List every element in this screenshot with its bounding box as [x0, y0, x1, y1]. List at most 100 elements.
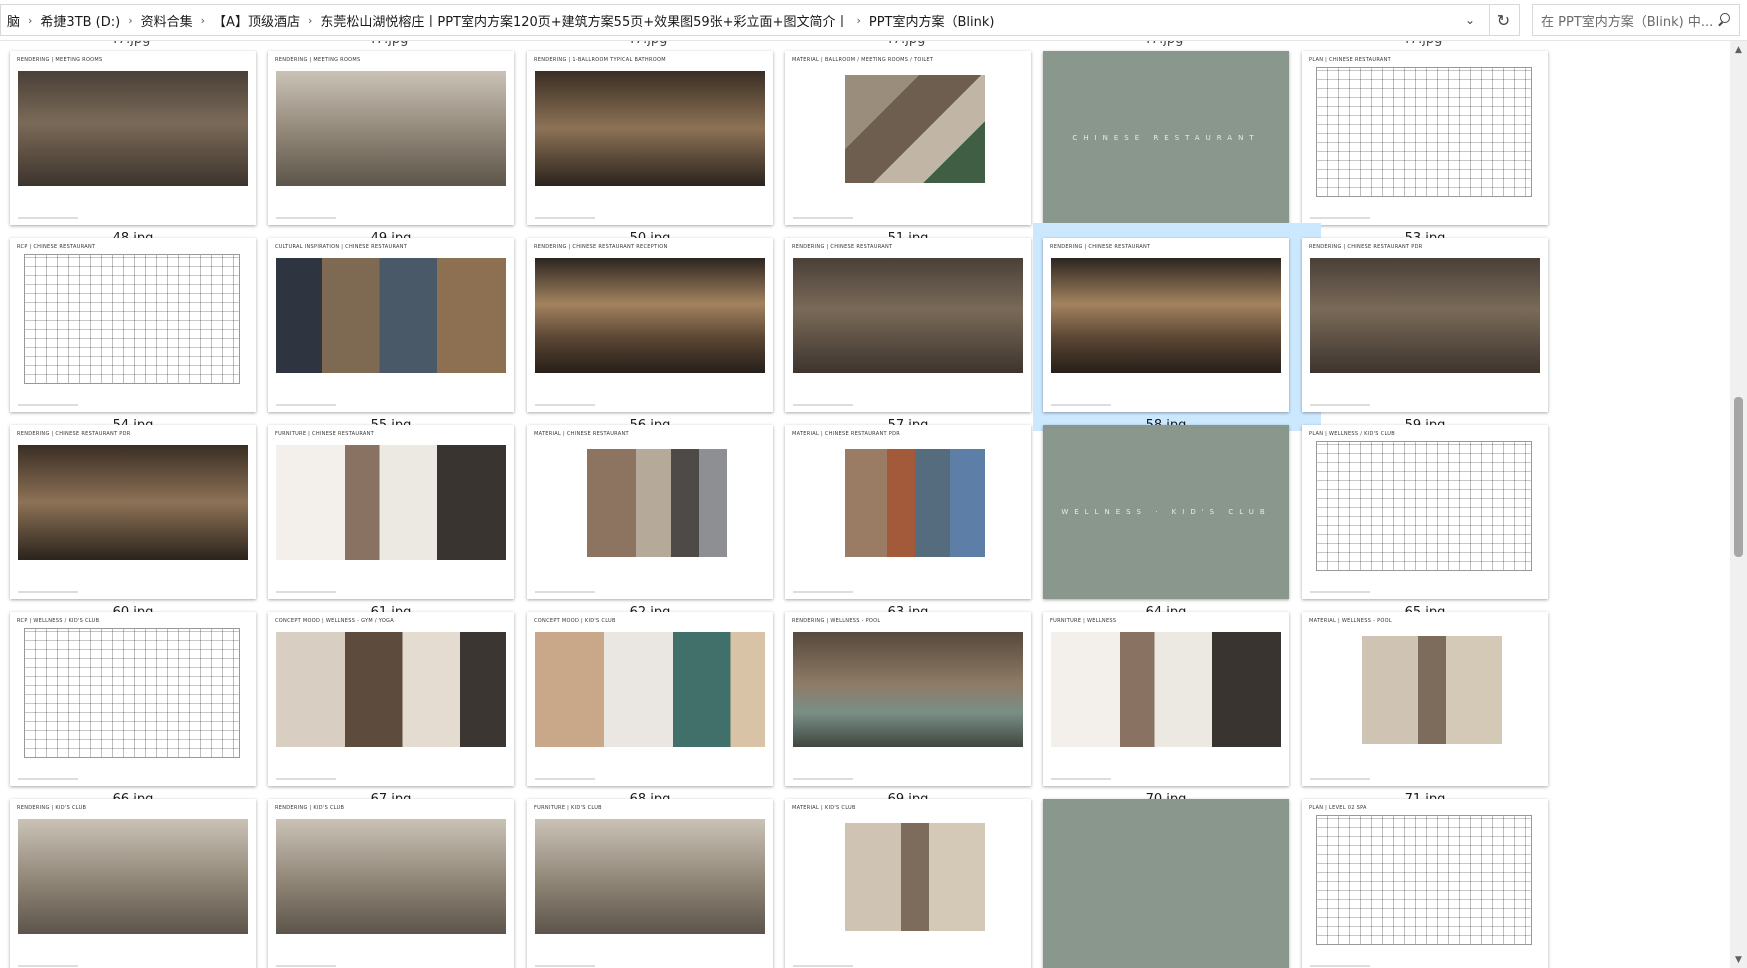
slide-header: MATERIAL | KID'S CLUB [792, 805, 856, 811]
file-item[interactable]: RENDERING | KID'S CLUB73.jpg [258, 784, 546, 968]
file-thumbnail[interactable]: WELLNESS · KID'S CLUB [1043, 425, 1289, 599]
breadcrumb-item[interactable]: 资料合集 [135, 11, 199, 30]
slide-footer [535, 778, 595, 780]
breadcrumb-item[interactable]: 希捷3TB (D:) [34, 11, 126, 30]
slide-footer [793, 591, 853, 593]
file-thumbnail[interactable]: PLAN | CHINESE RESTAURANT [1302, 51, 1548, 225]
slide-image [845, 449, 985, 557]
slide-header: RENDERING | CHINESE RESTAURANT [1050, 244, 1151, 250]
file-item[interactable]: CONCEPT MOOD | WELLNESS - GYM / YOGA67.j… [258, 597, 546, 807]
scroll-down-icon[interactable]: ▼ [1730, 951, 1747, 968]
file-thumbnail[interactable]: RENDERING | KID'S CLUB [268, 799, 514, 968]
file-thumbnail[interactable]: MATERIAL | WELLNESS - POOL [1302, 612, 1548, 786]
breadcrumb-separator-icon[interactable]: › [199, 14, 207, 27]
file-thumbnail[interactable]: CHINESE RESTAURANT [1043, 51, 1289, 225]
file-item[interactable]: RENDERING | 1-BALLROOM TYPICAL BATHROOM5… [517, 41, 805, 246]
slide-footer [18, 217, 78, 219]
file-thumbnail[interactable]: RENDERING | CHINESE RESTAURANT [785, 238, 1031, 412]
breadcrumb-separator-icon[interactable]: › [126, 14, 134, 27]
file-item[interactable]: MATERIAL | CHINESE RESTAURANT62.jpg [517, 410, 805, 620]
file-thumbnail[interactable]: CULTURAL INSPIRATION | CHINESE RESTAURAN… [268, 238, 514, 412]
slide-footer [535, 591, 595, 593]
file-item[interactable]: PLAN | LEVEL 02 SPA77.jpg [1292, 784, 1580, 968]
file-thumbnail[interactable]: RCP | WELLNESS / KID'S CLUB [10, 612, 256, 786]
slide-header: MATERIAL | WELLNESS - POOL [1309, 618, 1392, 624]
breadcrumb-separator-icon[interactable]: › [854, 14, 862, 27]
slide-footer [1310, 965, 1370, 967]
file-thumbnail[interactable]: RENDERING | CHINESE RESTAURANT PDR [1302, 238, 1548, 412]
file-thumbnail[interactable]: RENDERING | WELLNESS - POOL [785, 612, 1031, 786]
file-item[interactable]: FURNITURE | CHINESE RESTAURANT61.jpg [258, 410, 546, 620]
breadcrumb[interactable]: 脑 › 希捷3TB (D:) › 资料合集 › 【A】顶级酒店 › 东莞松山湖悦… [0, 4, 1490, 36]
file-thumbnail[interactable]: RENDERING | 1-BALLROOM TYPICAL BATHROOM [527, 51, 773, 225]
file-item[interactable]: RENDERING | MEETING ROOMS49.jpg [258, 41, 546, 246]
slide-footer [276, 778, 336, 780]
slide-header: RENDERING | CHINESE RESTAURANT PDR [1309, 244, 1423, 250]
file-thumbnail[interactable]: PLAN | WELLNESS / KID'S CLUB [1302, 425, 1548, 599]
file-item[interactable]: CHINESE RESTAURANT52.jpg [1033, 41, 1321, 246]
slide-footer [535, 217, 595, 219]
file-thumbnail[interactable]: MATERIAL | BALLROOM / MEETING ROOMS / TO… [785, 51, 1031, 225]
breadcrumb-separator-icon[interactable]: › [306, 14, 314, 27]
file-item[interactable]: MATERIAL | WELLNESS - POOL71.jpg [1292, 597, 1580, 807]
file-thumbnail[interactable]: RCP | CHINESE RESTAURANT [10, 238, 256, 412]
file-item[interactable]: CONCEPT MOOD | KID'S CLUB68.jpg [517, 597, 805, 807]
file-thumbnail[interactable]: RENDERING | CHINESE RESTAURANT PDR [10, 425, 256, 599]
file-item[interactable]: RENDERING | WELLNESS - POOL69.jpg [775, 597, 1063, 807]
file-item[interactable]: MATERIAL | KID'S CLUB75.jpg [775, 784, 1063, 968]
breadcrumb-separator-icon[interactable]: › [26, 14, 34, 27]
file-thumbnail[interactable]: CONCEPT MOOD | KID'S CLUB [527, 612, 773, 786]
file-thumbnail[interactable]: MATERIAL | KID'S CLUB [785, 799, 1031, 968]
breadcrumb-item[interactable]: 东莞松山湖悦榕庄丨PPT室内方案120页+建筑方案55页+效果图59张+彩立面+… [314, 11, 854, 30]
file-thumbnail[interactable]: RENDERING | CHINESE RESTAURANT [1043, 238, 1289, 412]
slide-header: CULTURAL INSPIRATION | CHINESE RESTAURAN… [275, 244, 408, 250]
slide-image [535, 258, 765, 373]
breadcrumb-item[interactable]: 【A】顶级酒店 [207, 11, 306, 30]
file-thumbnail[interactable]: FURNITURE | WELLNESS [1043, 612, 1289, 786]
file-item[interactable]: RENDERING | CHINESE RESTAURANT PDR60.jpg [0, 410, 288, 620]
file-thumbnail[interactable]: RENDERING | MEETING ROOMS [268, 51, 514, 225]
scrollbar-thumb[interactable] [1734, 397, 1743, 557]
file-item[interactable]: RENDERING | CHINESE RESTAURANT57.jpg [775, 223, 1063, 433]
slide-image [1362, 636, 1502, 744]
refresh-icon[interactable]: ↻ [1488, 4, 1520, 36]
slide-header: RENDERING | CHINESE RESTAURANT RECEPTION [534, 244, 668, 250]
file-thumbnail[interactable]: PLAN | LEVEL 02 SPA [1302, 799, 1548, 968]
breadcrumb-item[interactable]: 脑 [1, 11, 26, 30]
file-thumbnail[interactable]: RENDERING | KID'S CLUB [10, 799, 256, 968]
file-item[interactable]: CULTURAL INSPIRATION | CHINESE RESTAURAN… [258, 223, 546, 433]
file-item[interactable]: PLAN | WELLNESS / KID'S CLUB65.jpg [1292, 410, 1580, 620]
file-thumbnail[interactable]: MATERIAL | CHINESE RESTAURANT PDR [785, 425, 1031, 599]
scroll-up-icon[interactable]: ▲ [1730, 41, 1747, 58]
file-item[interactable]: RENDERING | CHINESE RESTAURANT PDR59.jpg [1292, 223, 1580, 433]
search-icon[interactable] [1717, 13, 1731, 27]
file-thumbnail[interactable]: RENDERING | MEETING ROOMS [10, 51, 256, 225]
file-thumbnail[interactable]: RENDERING | CHINESE RESTAURANT RECEPTION [527, 238, 773, 412]
file-thumbnail[interactable]: MATERIAL | CHINESE RESTAURANT [527, 425, 773, 599]
file-item[interactable]: MATERIAL | CHINESE RESTAURANT PDR63.jpg [775, 410, 1063, 620]
file-item[interactable]: RCP | CHINESE RESTAURANT54.jpg [0, 223, 288, 433]
file-item[interactable]: FURNITURE | WELLNESS70.jpg [1033, 597, 1321, 807]
vertical-scrollbar[interactable]: ▲ ▼ [1730, 41, 1747, 968]
slide-header: FURNITURE | KID'S CLUB [534, 805, 602, 811]
file-thumbnail[interactable]: CONCEPT MOOD | WELLNESS - GYM / YOGA [268, 612, 514, 786]
slide-image [793, 632, 1023, 747]
breadcrumb-item-current[interactable]: PPT室内方案（Blink) [863, 11, 1001, 30]
slide-header: RENDERING | CHINESE RESTAURANT PDR [17, 431, 131, 437]
file-thumbnail[interactable] [1043, 799, 1289, 968]
file-item[interactable]: MATERIAL | BALLROOM / MEETING ROOMS / TO… [775, 41, 1063, 246]
file-item[interactable]: WELLNESS · KID'S CLUB64.jpg [1033, 410, 1321, 620]
file-thumbnail[interactable]: FURNITURE | KID'S CLUB [527, 799, 773, 968]
slide-header: RENDERING | KID'S CLUB [275, 805, 345, 811]
file-item[interactable]: RENDERING | CHINESE RESTAURANT58.jpg [1033, 223, 1321, 433]
file-item[interactable]: PLAN | CHINESE RESTAURANT53.jpg [1292, 41, 1580, 246]
file-item[interactable]: RENDERING | MEETING ROOMS48.jpg [0, 41, 288, 246]
file-item[interactable]: RENDERING | KID'S CLUB72.jpg [0, 784, 288, 968]
file-item[interactable]: RCP | WELLNESS / KID'S CLUB66.jpg [0, 597, 288, 807]
file-thumbnail[interactable]: FURNITURE | CHINESE RESTAURANT [268, 425, 514, 599]
chevron-down-icon[interactable]: ⌄ [1452, 4, 1488, 36]
file-item[interactable]: FURNITURE | KID'S CLUB74.jpg [517, 784, 805, 968]
file-item[interactable]: 76.jpg [1033, 784, 1321, 968]
search-input[interactable]: 在 PPT室内方案（Blink) 中... [1532, 4, 1740, 36]
file-item[interactable]: RENDERING | CHINESE RESTAURANT RECEPTION… [517, 223, 805, 433]
